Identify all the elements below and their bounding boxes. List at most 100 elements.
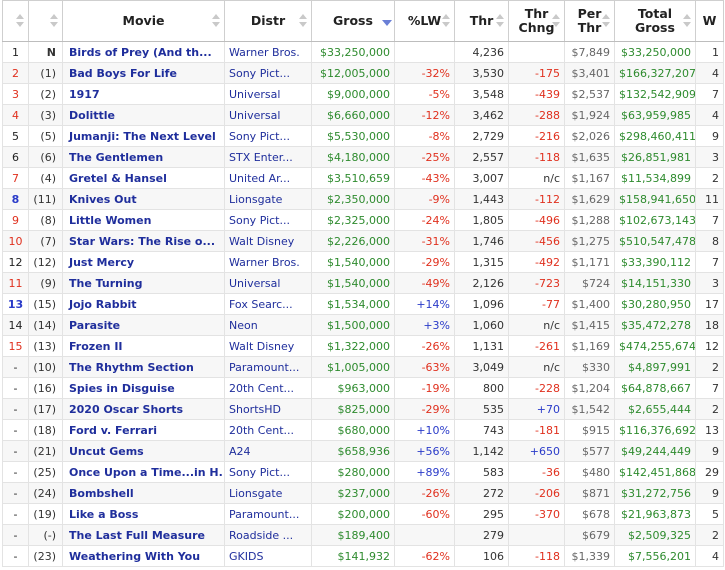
distributor-link[interactable]: Sony Pict... <box>224 209 312 231</box>
movie-link[interactable]: 2020 Oscar Shorts <box>62 398 225 420</box>
movie-link[interactable]: Just Mercy <box>62 251 225 273</box>
prev-rank-cell: (15) <box>28 293 63 315</box>
table-row: - (24) Bombshell Lionsgate $237,000 -26% 272 -2… <box>2 482 724 504</box>
movie-link[interactable]: Parasite <box>62 314 225 336</box>
header-weeks[interactable]: W <box>695 0 724 42</box>
total-gross-cell: $102,673,143 <box>614 209 696 231</box>
rank-cell: 11 <box>2 272 29 294</box>
header-per-thr[interactable]: Per Thr <box>564 0 615 42</box>
movie-link[interactable]: Like a Boss <box>62 503 225 525</box>
distributor-link[interactable]: Walt Disney <box>224 335 312 357</box>
gross-cell: $189,400 <box>311 524 395 546</box>
distributor-link[interactable]: Paramount... <box>224 503 312 525</box>
header-rank[interactable] <box>2 0 29 42</box>
distributor-link[interactable]: Lionsgate <box>224 188 312 210</box>
table-row: 5 (5) Jumanji: The Next Level Sony Pict... $… <box>2 125 724 147</box>
distributor-link[interactable]: STX Enter... <box>224 146 312 168</box>
theater-change-cell: +650 <box>508 440 565 462</box>
table-row: 3 (2) 1917 Universal $9,000,000 -5% 3,548 -439 $… <box>2 83 724 105</box>
per-theater-cell: $1,924 <box>564 104 615 126</box>
movie-link[interactable]: The Gentlemen <box>62 146 225 168</box>
header-prev[interactable] <box>28 0 63 42</box>
distributor-link[interactable]: Sony Pict... <box>224 62 312 84</box>
sort-descending-icon[interactable] <box>382 14 392 28</box>
sort-icon[interactable] <box>299 14 307 28</box>
movie-link[interactable]: Bombshell <box>62 482 225 504</box>
header-movie[interactable]: Movie <box>62 0 225 42</box>
distributor-link[interactable]: Sony Pict... <box>224 125 312 147</box>
prev-rank-cell: N <box>28 41 63 63</box>
header-thr-chng[interactable]: Thr Chng <box>508 0 565 42</box>
weeks-cell: 11 <box>695 188 724 210</box>
distributor-link[interactable]: 20th Cent... <box>224 419 312 441</box>
distributor-link[interactable]: Fox Searc... <box>224 293 312 315</box>
sort-icon[interactable] <box>442 14 450 28</box>
sort-icon[interactable] <box>602 14 610 28</box>
header-gross[interactable]: Gross <box>311 0 395 42</box>
distributor-link[interactable]: Sony Pict... <box>224 461 312 483</box>
movie-link[interactable]: Dolittle <box>62 104 225 126</box>
movie-link[interactable]: The Rhythm Section <box>62 356 225 378</box>
table-row: 2 (1) Bad Boys For Life Sony Pict... $12,005… <box>2 62 724 84</box>
header-distr[interactable]: Distr <box>224 0 312 42</box>
theaters-cell: 743 <box>454 419 509 441</box>
movie-link[interactable]: Once Upon a Time...in H... <box>62 461 225 483</box>
distributor-link[interactable]: Walt Disney <box>224 230 312 252</box>
distributor-link[interactable]: Lionsgate <box>224 482 312 504</box>
distributor-link[interactable]: Warner Bros. <box>224 251 312 273</box>
total-gross-cell: $166,327,207 <box>614 62 696 84</box>
theaters-cell: 3,462 <box>454 104 509 126</box>
movie-link[interactable]: Uncut Gems <box>62 440 225 462</box>
sort-icon[interactable] <box>16 14 24 28</box>
header-thr[interactable]: Thr <box>454 0 509 42</box>
movie-link[interactable]: Little Women <box>62 209 225 231</box>
sort-icon[interactable] <box>50 14 58 28</box>
sort-down-icon <box>602 22 610 27</box>
sort-icon[interactable] <box>212 14 220 28</box>
weeks-cell: 3 <box>695 272 724 294</box>
sort-icon[interactable] <box>683 14 691 28</box>
percent-lw-cell: -26% <box>394 335 455 357</box>
theaters-cell: 1,746 <box>454 230 509 252</box>
sort-up-icon <box>212 14 220 19</box>
movie-link[interactable]: Knives Out <box>62 188 225 210</box>
distributor-link[interactable]: Roadside ... <box>224 524 312 546</box>
distributor-link[interactable]: 20th Cent... <box>224 377 312 399</box>
distributor-link[interactable]: ShortsHD <box>224 398 312 420</box>
movie-link[interactable]: Jojo Rabbit <box>62 293 225 315</box>
rank-cell: 6 <box>2 146 29 168</box>
movie-link[interactable]: Jumanji: The Next Level <box>62 125 225 147</box>
movie-link[interactable]: The Last Full Measure <box>62 524 225 546</box>
movie-link[interactable]: Ford v. Ferrari <box>62 419 225 441</box>
header-total-gross[interactable]: Total Gross <box>614 0 696 42</box>
distributor-link[interactable]: United Ar... <box>224 167 312 189</box>
distributor-link[interactable]: Warner Bros. <box>224 41 312 63</box>
distributor-link[interactable]: Universal <box>224 83 312 105</box>
movie-link[interactable]: The Turning <box>62 272 225 294</box>
distributor-link[interactable]: Universal <box>224 104 312 126</box>
movie-link[interactable]: Weathering With You <box>62 545 225 567</box>
movie-link[interactable]: Spies in Disguise <box>62 377 225 399</box>
rank-cell: 10 <box>2 230 29 252</box>
rank-cell: 1 <box>2 41 29 63</box>
sort-icon[interactable] <box>552 14 560 28</box>
table-row: 10 (7) Star Wars: The Rise o... Walt Disney… <box>2 230 724 252</box>
movie-link[interactable]: 1917 <box>62 83 225 105</box>
percent-lw-cell: -12% <box>394 104 455 126</box>
distributor-link[interactable]: A24 <box>224 440 312 462</box>
movie-link[interactable]: Bad Boys For Life <box>62 62 225 84</box>
weeks-cell: 3 <box>695 146 724 168</box>
movie-link[interactable]: Frozen II <box>62 335 225 357</box>
gross-cell: $1,540,000 <box>311 272 395 294</box>
distributor-link[interactable]: Paramount... <box>224 356 312 378</box>
theaters-cell: 106 <box>454 545 509 567</box>
distributor-link[interactable]: Neon <box>224 314 312 336</box>
header-lw[interactable]: %LW <box>394 0 455 42</box>
movie-link[interactable]: Star Wars: The Rise o... <box>62 230 225 252</box>
movie-link[interactable]: Gretel & Hansel <box>62 167 225 189</box>
distributor-link[interactable]: Universal <box>224 272 312 294</box>
movie-link[interactable]: Birds of Prey (And th... <box>62 41 225 63</box>
sort-icon[interactable] <box>496 14 504 28</box>
gross-cell: $6,660,000 <box>311 104 395 126</box>
distributor-link[interactable]: GKIDS <box>224 545 312 567</box>
